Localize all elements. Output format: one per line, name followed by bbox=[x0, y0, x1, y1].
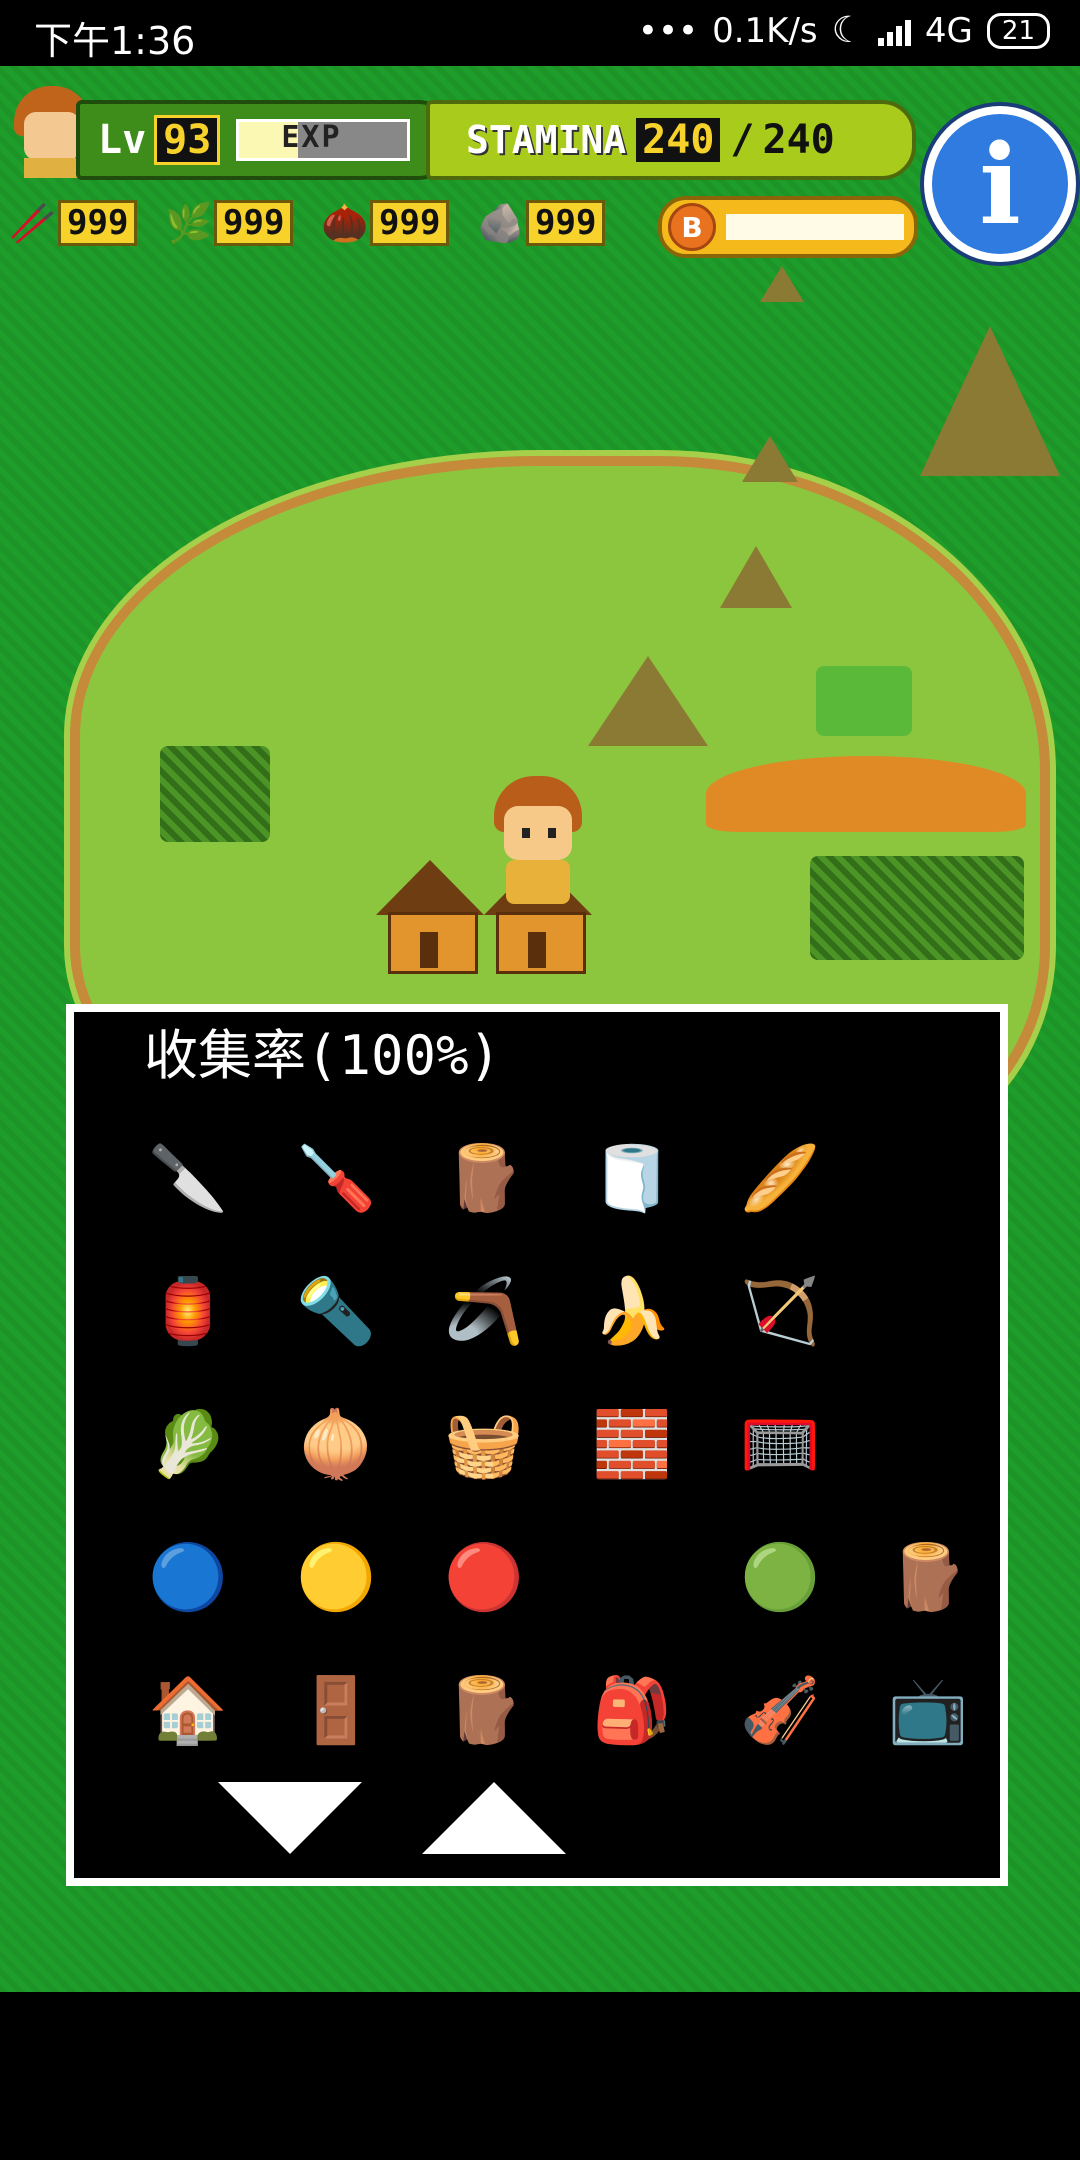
stone-block-icon[interactable]: 🧱 bbox=[558, 1378, 706, 1511]
log-icon[interactable]: 🪵 bbox=[410, 1112, 558, 1245]
level-bar: Lv 93 EXP bbox=[76, 100, 452, 180]
level-value: 93 bbox=[154, 115, 221, 165]
leaf-icon: 🌿 bbox=[165, 200, 213, 245]
knife-icon[interactable]: 🔪 bbox=[114, 1112, 262, 1245]
resource-count: 999 bbox=[214, 200, 294, 246]
blue-ball-icon[interactable]: 🔵 bbox=[114, 1511, 262, 1644]
status-time: 下午1:36 bbox=[34, 19, 196, 63]
bush[interactable] bbox=[816, 666, 912, 736]
yellow-ball-icon[interactable]: 🟡 bbox=[262, 1511, 410, 1644]
boomerang-brown-icon[interactable]: 🪃 bbox=[410, 1245, 558, 1378]
network-speed: 0.1K/s bbox=[712, 10, 818, 51]
easel-icon[interactable]: ⚓ bbox=[854, 1378, 1002, 1511]
signal-icon bbox=[877, 16, 911, 46]
green-ball-icon[interactable]: 🟢 bbox=[706, 1511, 854, 1644]
candle-icon[interactable]: 🕯 bbox=[854, 1112, 1002, 1245]
lantern-icon[interactable]: 🏮 bbox=[114, 1245, 262, 1378]
coin-progress bbox=[726, 214, 904, 240]
stone-icon: 🪨 bbox=[477, 200, 525, 245]
basket-icon[interactable]: 🧺 bbox=[410, 1378, 558, 1511]
resource-count: 999 bbox=[526, 200, 606, 246]
mound[interactable] bbox=[742, 436, 798, 482]
nut-icon: 🌰 bbox=[321, 200, 369, 245]
backpack-icon[interactable]: 🎒 bbox=[558, 1644, 706, 1777]
player-character[interactable] bbox=[486, 776, 590, 910]
resource-count: 999 bbox=[370, 200, 450, 246]
collection-title: 收集率(100%) bbox=[130, 1018, 516, 1094]
item-grid: 🔪 🪛 🪵 🧻 🥖 🕯 🏮 🔦 🪃 🍌 🏹 ➹ 🥬 🧅 🧺 🧱 🥅 ⚓ 🔵 🟡 🔴 ⚪ 🟢 🪵 🏠 🚪 🪵 🎒 🎻 📺 bbox=[114, 1112, 1002, 1777]
grey-ball-icon[interactable]: ⚪ bbox=[558, 1511, 706, 1644]
resource-count: 999 bbox=[58, 200, 138, 246]
mound[interactable] bbox=[920, 326, 1060, 476]
stamina-label: STAMINA bbox=[466, 118, 627, 162]
house-icon[interactable]: 🏠 bbox=[114, 1644, 262, 1777]
stamina-max: 240 bbox=[762, 117, 835, 163]
scroll-up-arrow-icon[interactable] bbox=[422, 1782, 566, 1854]
resource-stick: 🥢 999 bbox=[8, 196, 154, 250]
resource-stone: 🪨 999 bbox=[476, 196, 622, 250]
tv-icon[interactable]: 📺 bbox=[854, 1644, 1002, 1777]
bottom-bar bbox=[0, 1992, 1080, 2160]
resource-nut: 🌰 999 bbox=[320, 196, 466, 250]
arrow-icon[interactable]: ➹ bbox=[854, 1245, 1002, 1378]
drill-icon[interactable]: 🪛 bbox=[262, 1112, 410, 1245]
exp-bar: EXP bbox=[236, 119, 411, 161]
stamina-separator: / bbox=[730, 117, 755, 163]
resource-leaf: 🌿 999 bbox=[164, 196, 310, 250]
red-ball-icon[interactable]: 🔴 bbox=[410, 1511, 558, 1644]
stamina-bar: STAMINA 240 / 240 bbox=[426, 100, 916, 180]
violin-icon[interactable]: 🎻 bbox=[706, 1644, 854, 1777]
status-bar: 下午1:36 ••• 0.1K/s ☾ 4G 21 bbox=[0, 0, 1080, 66]
orange-log-icon[interactable]: 🥖 bbox=[706, 1112, 854, 1245]
hut[interactable] bbox=[376, 860, 484, 974]
green-net-icon[interactable]: 🥬 bbox=[114, 1378, 262, 1511]
scroll-down-arrow-icon[interactable] bbox=[218, 1782, 362, 1854]
mound[interactable] bbox=[760, 266, 804, 302]
bug-net-icon[interactable]: 🥅 bbox=[706, 1378, 854, 1511]
stick-icon: 🥢 bbox=[9, 200, 57, 245]
stamina-value: 240 bbox=[636, 118, 721, 162]
coin-icon: B bbox=[668, 203, 716, 251]
mound[interactable] bbox=[588, 656, 708, 746]
bush[interactable] bbox=[810, 856, 1024, 960]
signal-dots-icon: ••• bbox=[637, 10, 699, 51]
orange-net-icon[interactable]: 🧅 bbox=[262, 1378, 410, 1511]
network-type: 4G bbox=[924, 10, 973, 51]
boomerang-yellow-icon[interactable]: 🍌 bbox=[558, 1245, 706, 1378]
exp-label: EXP bbox=[281, 120, 342, 155]
coin-bar[interactable]: B bbox=[658, 196, 918, 258]
mound[interactable] bbox=[720, 546, 792, 608]
status-right: ••• 0.1K/s ☾ 4G 21 bbox=[638, 10, 1050, 51]
big-log-icon[interactable]: 🪵 bbox=[410, 1644, 558, 1777]
level-label: Lv bbox=[98, 117, 147, 163]
resource-row: 🥢 999 🌿 999 🌰 999 🪨 999 bbox=[8, 196, 622, 252]
orange-hill[interactable] bbox=[706, 756, 1026, 832]
bush[interactable] bbox=[160, 746, 270, 842]
bow-icon[interactable]: 🏹 bbox=[706, 1245, 854, 1378]
collection-panel: 收集率(100%) 🔪 🪛 🪵 🧻 🥖 🕯 🏮 🔦 🪃 🍌 🏹 ➹ 🥬 🧅 🧺 🧱 🥅 ⚓ 🔵 🟡 🔴 ⚪ 🟢 🪵 🏠 🚪 🪵 🎒 🎻 📺 bbox=[66, 1004, 1008, 1886]
flashlight-icon[interactable]: 🔦 bbox=[262, 1245, 410, 1378]
moon-icon: ☾ bbox=[831, 10, 864, 51]
battery-icon: 21 bbox=[986, 12, 1050, 49]
info-button[interactable]: i bbox=[924, 106, 1076, 262]
fence-icon[interactable]: 🚪 bbox=[262, 1644, 410, 1777]
log-pile-icon[interactable]: 🪵 bbox=[854, 1511, 1002, 1644]
blue-log-icon[interactable]: 🧻 bbox=[558, 1112, 706, 1245]
